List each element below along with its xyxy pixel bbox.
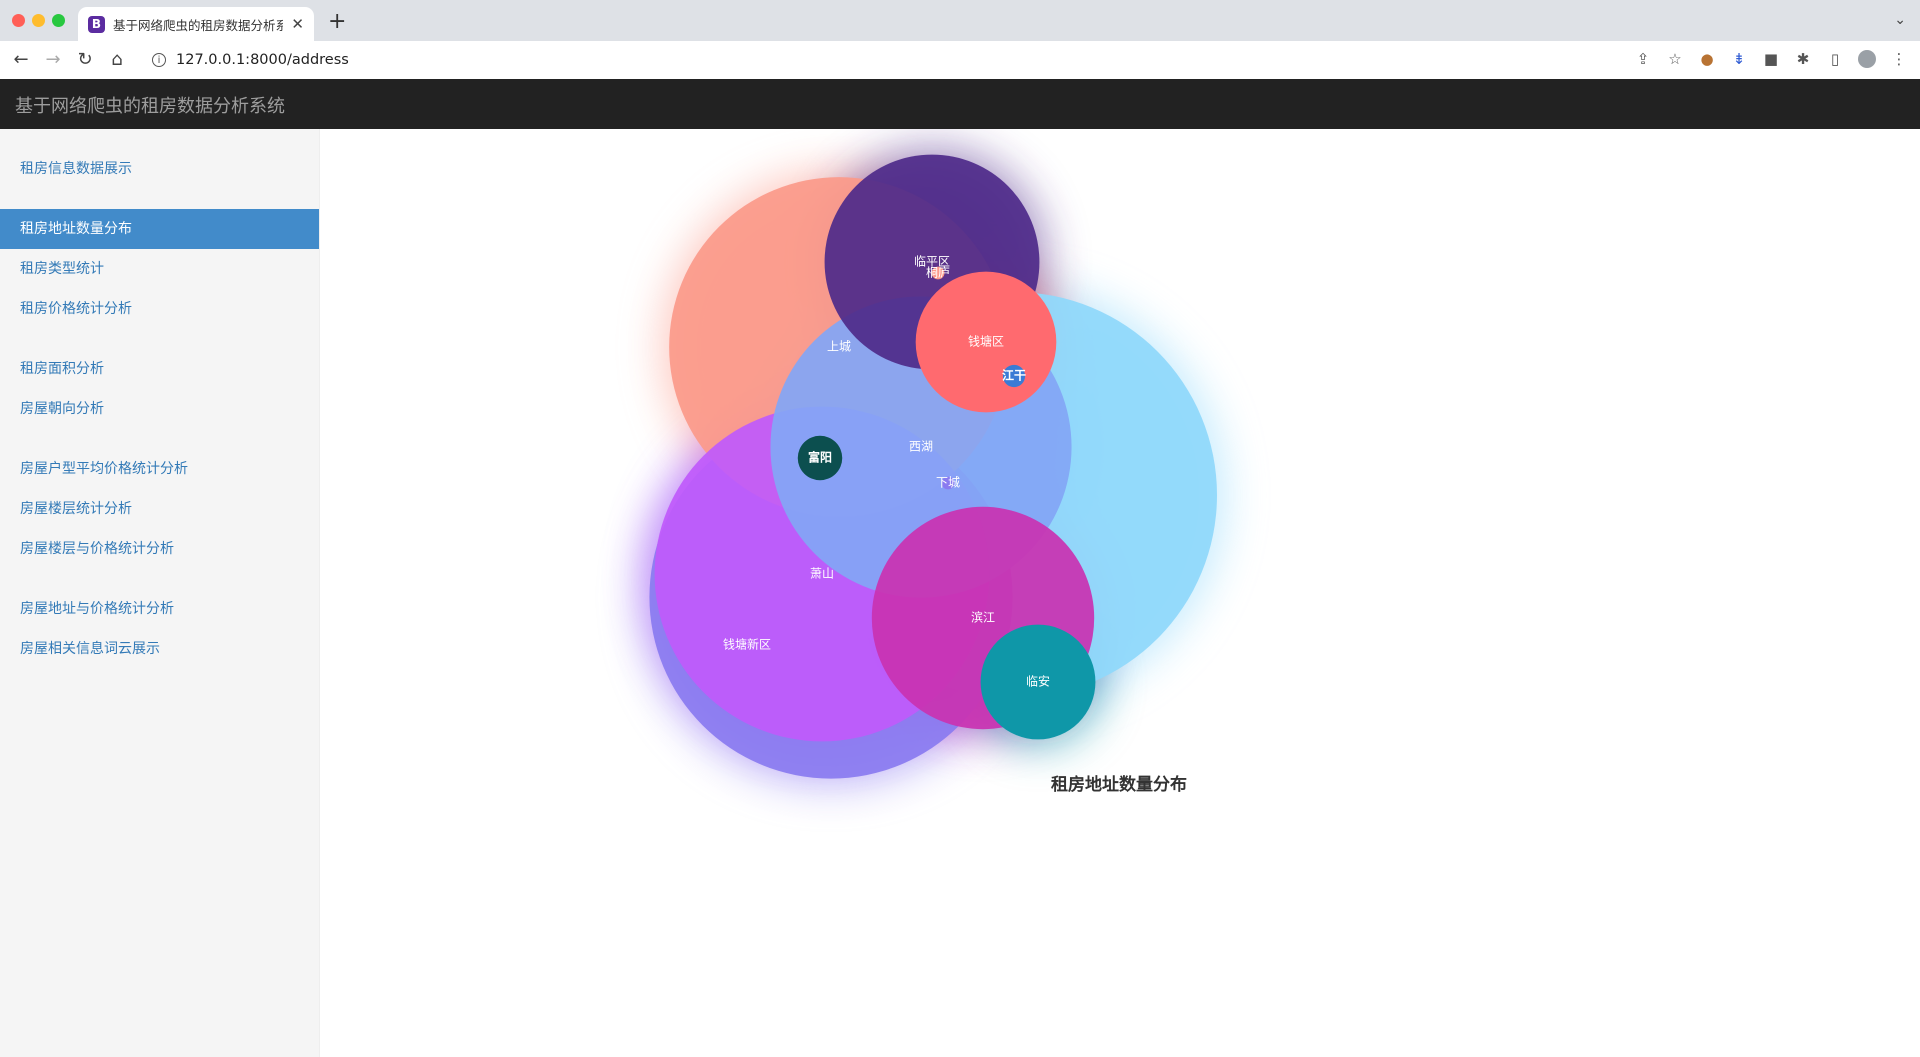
browser-menu-icon[interactable]: ⋮ [1890, 50, 1908, 72]
sidebar-item-price-stats[interactable]: 租房价格统计分析 [0, 289, 319, 329]
sidebar-item-orientation[interactable]: 房屋朝向分析 [0, 389, 319, 429]
side-panel-icon[interactable]: ▯ [1826, 50, 1844, 72]
site-info-icon[interactable]: i [152, 53, 166, 67]
sidebar-item-type-stats[interactable]: 租房类型统计 [0, 249, 319, 289]
sidebar-item-rental-data[interactable]: 租房信息数据展示 [0, 149, 319, 189]
share-icon[interactable]: ⇪ [1634, 50, 1652, 72]
bubble-label-钱塘新区: 钱塘新区 [723, 637, 771, 652]
extension-cookie-icon[interactable]: ● [1698, 50, 1716, 72]
url-text[interactable]: 127.0.0.1:8000/address [176, 52, 349, 68]
bubble-label-萧山: 萧山 [810, 567, 834, 581]
bookmark-star-icon[interactable]: ☆ [1666, 50, 1684, 72]
browser-tool-icons: ⇪ ☆ ● ⇟ ■ ✱ ▯ ⋮ [1634, 50, 1908, 72]
chart-title: 租房地址数量分布 [1051, 774, 1187, 795]
window-minimize-button[interactable] [32, 14, 45, 27]
bubble-label-西湖: 西湖 [909, 439, 933, 454]
sidebar-item-floor-stats[interactable]: 房屋楼层统计分析 [0, 489, 319, 529]
profile-avatar-icon[interactable] [1858, 50, 1876, 72]
extension-square-icon[interactable]: ■ [1762, 50, 1780, 72]
bubble-label-滨江: 滨江 [971, 610, 995, 625]
sidebar-item-word-cloud[interactable]: 房屋相关信息词云展示 [0, 629, 319, 669]
window-zoom-button[interactable] [52, 14, 65, 27]
sidebar-item-address-price[interactable]: 房屋地址与价格统计分析 [0, 589, 319, 629]
bubble-label-江干: 江干 [1002, 368, 1026, 383]
browser-toolbar: ← → ↻ ⌂ i 127.0.0.1:8000/address ⇪ ☆ ● ⇟… [0, 41, 1920, 80]
address-bar[interactable]: i 127.0.0.1:8000/address [140, 45, 1680, 75]
reload-icon[interactable]: ↻ [74, 49, 96, 70]
main-content: 钱塘新区 上城 萧山 西湖 临平区 滨江 钱塘区 临安 富阳 江干 桐庐 下城 租房地址数量分布 [320, 129, 1920, 1057]
browser-tab[interactable]: B 基于网络爬虫的租房数据分析系统 ✕ [78, 7, 314, 41]
tab-close-icon[interactable]: ✕ [291, 15, 304, 33]
tab-search-chevron-icon[interactable]: ⌄ [1894, 12, 1906, 28]
bootstrap-favicon-icon: B [88, 15, 105, 33]
bubble-chart: 钱塘新区上城萧山西湖临平区滨江钱塘区临安富阳江干桐庐下城 租房地址数量分布 [643, 148, 1223, 795]
sidebar: 租房信息数据展示 租房地址数量分布 租房类型统计 租房价格统计分析 租房面积分析… [0, 129, 320, 1057]
window-close-button[interactable] [12, 14, 25, 27]
sidebar-item-layout-price[interactable]: 房屋户型平均价格统计分析 [0, 449, 319, 489]
extension-arrows-icon[interactable]: ⇟ [1730, 50, 1748, 72]
new-tab-icon[interactable]: + [328, 9, 346, 34]
bubble-label-富阳: 富阳 [808, 450, 832, 465]
bubble-label-桐庐: 桐庐 [926, 265, 950, 280]
browser-tab-strip: B 基于网络爬虫的租房数据分析系统 ✕ + ⌄ [0, 0, 1920, 41]
bubble-label-上城: 上城 [827, 340, 851, 354]
tab-title: 基于网络爬虫的租房数据分析系统 [113, 17, 283, 33]
bubble-label-下城: 下城 [936, 476, 960, 490]
back-arrow-icon[interactable]: ← [10, 49, 32, 70]
extensions-puzzle-icon[interactable]: ✱ [1794, 50, 1812, 72]
sidebar-item-floor-price[interactable]: 房屋楼层与价格统计分析 [0, 529, 319, 569]
home-icon[interactable]: ⌂ [106, 49, 128, 70]
sidebar-item-address-distribution[interactable]: 租房地址数量分布 [0, 209, 319, 249]
bubble-label-临安: 临安 [1026, 674, 1050, 689]
sidebar-item-area-analysis[interactable]: 租房面积分析 [0, 349, 319, 389]
app-navbar: 基于网络爬虫的租房数据分析系统 [0, 79, 1920, 129]
forward-arrow-icon[interactable]: → [42, 49, 64, 70]
bubble-label-钱塘区: 钱塘区 [968, 334, 1004, 349]
app-brand-title[interactable]: 基于网络爬虫的租房数据分析系统 [15, 92, 285, 118]
